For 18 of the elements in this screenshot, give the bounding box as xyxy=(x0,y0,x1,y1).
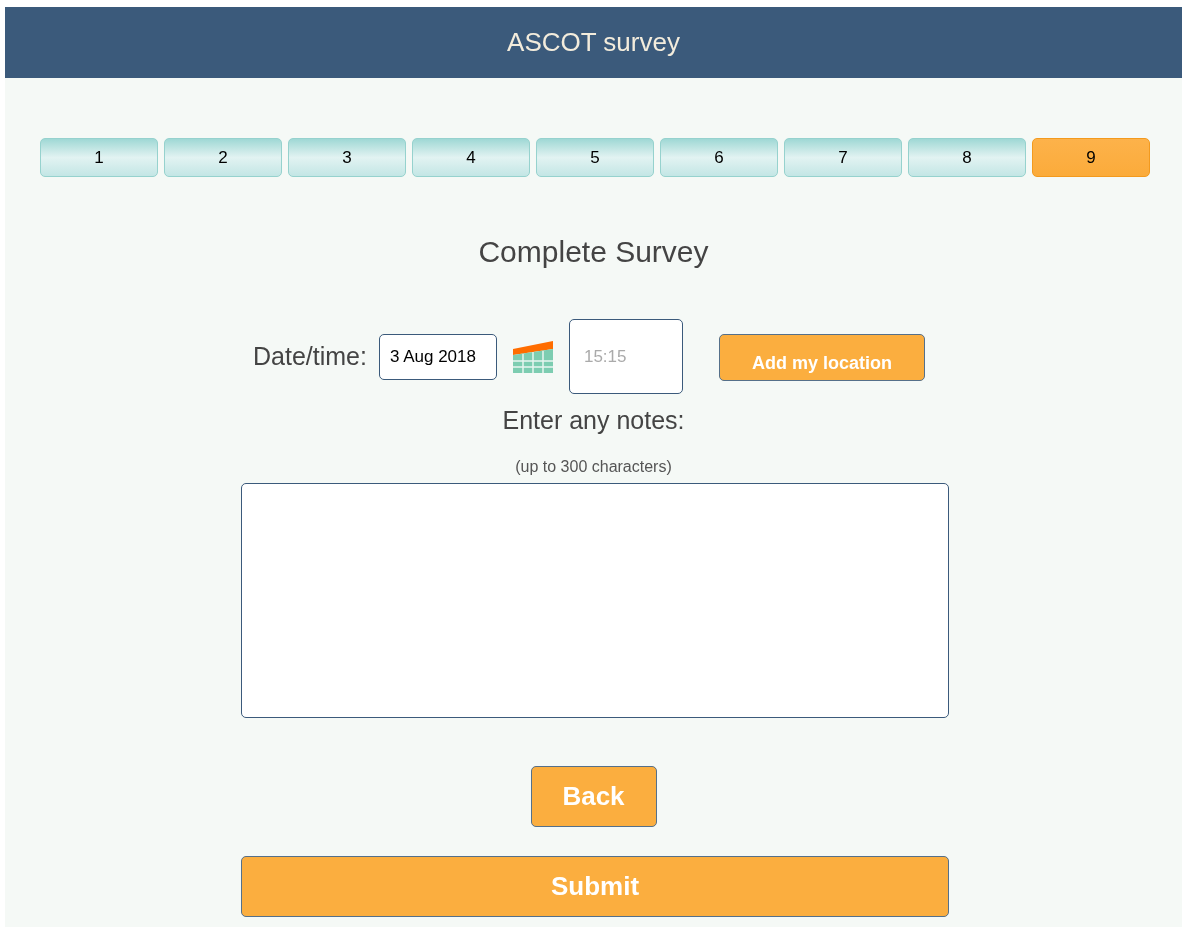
step-tab[interactable]: 6 xyxy=(660,138,778,177)
step-tab[interactable]: 9 xyxy=(1032,138,1150,177)
section-heading: Complete Survey xyxy=(478,234,709,270)
step-tab[interactable]: 8 xyxy=(908,138,1026,177)
step-tab[interactable]: 5 xyxy=(536,138,654,177)
date-field[interactable]: 3 Aug 2018 xyxy=(378,334,497,380)
notes-hint: (up to 300 characters) xyxy=(515,456,672,477)
step-tab[interactable]: 1 xyxy=(40,138,158,177)
datetime-label: Date/time: xyxy=(253,341,367,372)
time-field[interactable]: 15:15 xyxy=(568,319,683,394)
step-tab[interactable]: 4 xyxy=(412,138,530,177)
calendar-icon[interactable] xyxy=(510,339,555,375)
page-title: ASCOT survey xyxy=(507,26,680,59)
notes-field[interactable] xyxy=(241,482,949,718)
step-tab[interactable]: 7 xyxy=(784,138,902,177)
step-tab[interactable]: 2 xyxy=(164,138,282,177)
step-tab[interactable]: 3 xyxy=(288,138,406,177)
notes-label: Enter any notes: xyxy=(502,405,685,436)
